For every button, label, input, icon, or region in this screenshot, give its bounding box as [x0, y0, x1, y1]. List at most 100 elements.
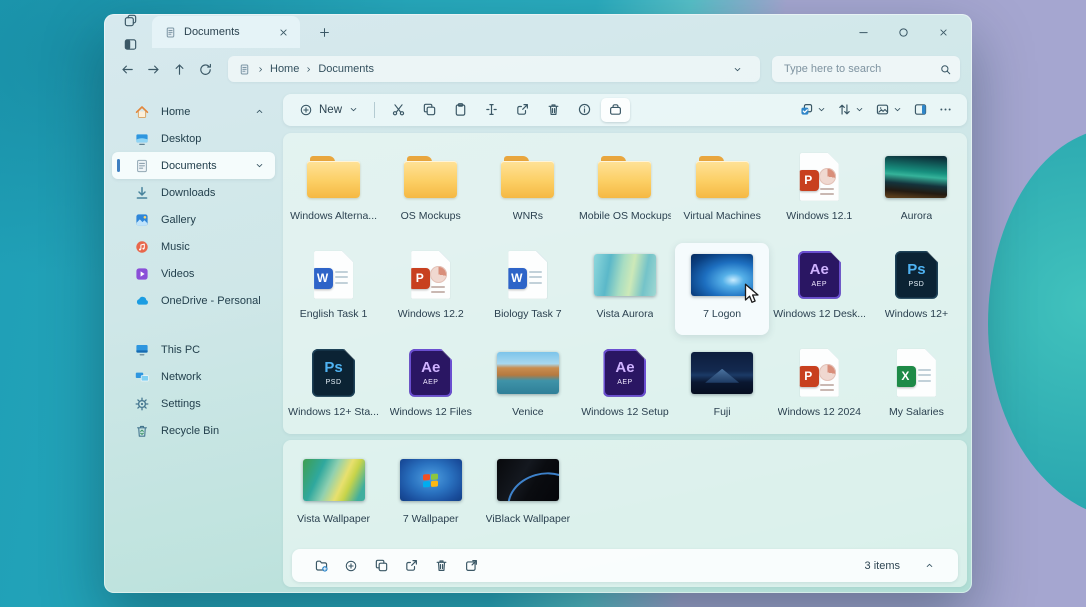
- minimize-icon: [857, 26, 870, 39]
- aftereffects-file-icon: AeAEP: [798, 251, 841, 299]
- copy-button[interactable]: [366, 554, 396, 578]
- breadcrumb-item-home[interactable]: Home: [270, 63, 299, 75]
- new-tab-button[interactable]: [310, 20, 338, 44]
- file-item-virtual-machines[interactable]: Virtual Machines: [675, 145, 769, 237]
- chevron-down-icon: [816, 104, 827, 115]
- window-stack-button[interactable]: [116, 8, 144, 32]
- file-item-fuji[interactable]: Fuji: [675, 341, 769, 433]
- file-item-aurora[interactable]: Aurora: [869, 145, 963, 237]
- dual-pane-button[interactable]: [116, 32, 144, 56]
- file-item-7-logon[interactable]: 7 Logon: [675, 243, 769, 335]
- chevron-down-icon: [254, 160, 265, 171]
- file-item-vista-aurora[interactable]: Vista Aurora: [578, 243, 672, 335]
- excel-file-icon: X: [897, 349, 936, 397]
- file-item-my-salaries[interactable]: XMy Salaries: [869, 341, 963, 433]
- chevron-right-icon: [304, 65, 313, 74]
- sidebar-item-recycle-bin[interactable]: Recycle Bin: [112, 417, 275, 444]
- paste-icon: [453, 102, 468, 117]
- file-item-windows-alterna[interactable]: Windows Alterna...: [287, 145, 381, 237]
- file-thumbnail-area: PsPSD: [312, 348, 355, 398]
- document-icon: [164, 26, 177, 39]
- file-item-os-mockups[interactable]: OS Mockups: [384, 145, 478, 237]
- file-item-windows-12-sta[interactable]: PsPSDWindows 12+ Sta...: [287, 341, 381, 433]
- file-label: Vista Aurora: [596, 308, 653, 320]
- properties-button[interactable]: [570, 98, 599, 122]
- maximize-button[interactable]: [888, 20, 918, 44]
- file-item-english-task-1[interactable]: WEnglish Task 1: [287, 243, 381, 335]
- file-label: Venice: [512, 406, 544, 418]
- file-thumbnail-area: [691, 250, 753, 300]
- sidebar-item-settings[interactable]: Settings: [112, 390, 275, 417]
- new-button[interactable]: New: [293, 100, 365, 120]
- search-box[interactable]: [772, 56, 960, 82]
- file-item-windows-12[interactable]: PsPSDWindows 12+: [869, 243, 963, 335]
- breadcrumb-item-documents[interactable]: Documents: [318, 63, 374, 75]
- sidebar-item-label: Home: [161, 106, 243, 118]
- delete-icon: [546, 102, 561, 117]
- add-circle-button[interactable]: [336, 554, 366, 578]
- cut-icon: [391, 102, 406, 117]
- share-button[interactable]: [508, 98, 537, 122]
- navigation-bar: Home Documents: [104, 48, 972, 90]
- settings-icon: [134, 396, 150, 412]
- sidebar-item-downloads[interactable]: Downloads: [112, 179, 275, 206]
- file-label: OS Mockups: [401, 210, 461, 222]
- file-item-windows-12-desk[interactable]: AeAEPWindows 12 Desk...: [772, 243, 866, 335]
- layout-button[interactable]: [795, 99, 831, 120]
- file-item-windows-12-1[interactable]: PWindows 12.1: [772, 145, 866, 237]
- address-bar[interactable]: Home Documents: [228, 56, 760, 82]
- tab-close-button[interactable]: [274, 23, 292, 41]
- sidebar-item-onedrive-personal[interactable]: OneDrive - Personal: [112, 287, 275, 314]
- sidebar-item-music[interactable]: Music: [112, 233, 275, 260]
- sidebar-item-desktop[interactable]: Desktop: [112, 125, 275, 152]
- file-item-windows-12-setup[interactable]: AeAEPWindows 12 Setup: [578, 341, 672, 433]
- file-item-vista-wallpaper[interactable]: Vista Wallpaper: [287, 448, 381, 540]
- file-item-venice[interactable]: Venice: [481, 341, 575, 433]
- cut-button[interactable]: [384, 98, 413, 122]
- sidebar-item-videos[interactable]: Videos: [112, 260, 275, 287]
- back-button[interactable]: [114, 56, 140, 82]
- file-label: Windows 12 2024: [778, 406, 861, 418]
- file-item-7-wallpaper[interactable]: 7 Wallpaper: [384, 448, 478, 540]
- minimize-button[interactable]: [848, 20, 878, 44]
- archive-button[interactable]: [601, 98, 630, 122]
- sidebar-item-gallery[interactable]: Gallery: [112, 206, 275, 233]
- copy-button[interactable]: [415, 98, 444, 122]
- delete-button[interactable]: [426, 554, 456, 578]
- sidebar-item-documents[interactable]: Documents: [112, 152, 275, 179]
- sidebar-item-this-pc[interactable]: This PC: [112, 336, 275, 363]
- tab-documents[interactable]: Documents: [152, 16, 300, 48]
- new-folder-button[interactable]: [306, 554, 336, 578]
- sidebar-item-network[interactable]: Network: [112, 363, 275, 390]
- chevron-up-icon: [924, 560, 935, 571]
- file-thumbnail-area: [400, 455, 462, 505]
- up-button[interactable]: [166, 56, 192, 82]
- sidebar-item-home[interactable]: Home: [112, 98, 275, 125]
- open-new-button[interactable]: [456, 554, 486, 578]
- refresh-icon: [198, 62, 213, 77]
- file-item-windows-12-2[interactable]: PWindows 12.2: [384, 243, 478, 335]
- file-item-viblack-wallpaper[interactable]: ViBlack Wallpaper: [481, 448, 575, 540]
- collapse-tray-button[interactable]: [914, 554, 944, 578]
- view-button[interactable]: [871, 99, 907, 120]
- file-label: Windows Alterna...: [290, 210, 377, 222]
- file-item-wnrs[interactable]: WNRs: [481, 145, 575, 237]
- maximize-icon: [897, 26, 910, 39]
- wallpaper-blob: [988, 128, 1086, 520]
- share-button[interactable]: [396, 554, 426, 578]
- close-button[interactable]: [928, 20, 958, 44]
- address-dropdown-button[interactable]: [724, 56, 750, 82]
- details-pane-button[interactable]: [909, 99, 932, 120]
- file-item-biology-task-7[interactable]: WBiology Task 7: [481, 243, 575, 335]
- rename-button[interactable]: [477, 98, 506, 122]
- delete-button[interactable]: [539, 98, 568, 122]
- more-button[interactable]: [934, 99, 957, 120]
- file-item-windows-12-2024[interactable]: PWindows 12 2024: [772, 341, 866, 433]
- file-item-windows-12-files[interactable]: AeAEPWindows 12 Files: [384, 341, 478, 433]
- paste-button[interactable]: [446, 98, 475, 122]
- refresh-button[interactable]: [192, 56, 218, 82]
- forward-button[interactable]: [140, 56, 166, 82]
- search-input[interactable]: [784, 63, 939, 75]
- file-item-mobile-os-mockups[interactable]: Mobile OS Mockups: [578, 145, 672, 237]
- sort-button[interactable]: [833, 99, 869, 120]
